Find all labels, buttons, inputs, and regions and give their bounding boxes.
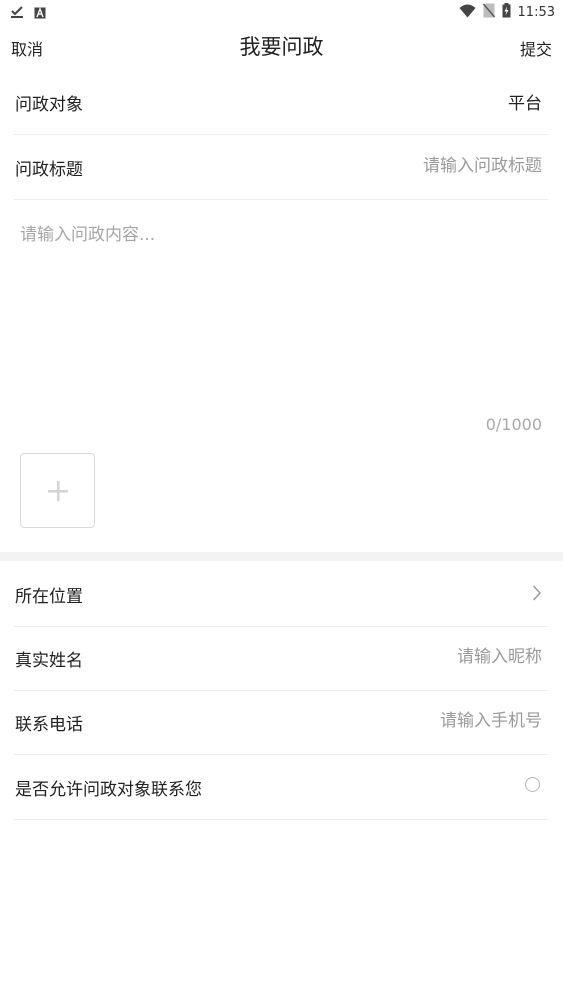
phone-input[interactable] [242,706,542,736]
plus-icon [47,480,69,502]
title-row: 问政标题 [14,135,548,200]
wifi-icon [459,4,476,22]
page-title: 我要问政 [239,35,324,59]
section-divider [0,552,563,561]
status-time: 11:53 [517,5,555,20]
chevron-right-icon [532,584,542,602]
status-left-icons [10,4,46,23]
submit-button[interactable]: 提交 [520,36,552,60]
battery-charging-icon [502,3,511,22]
char-counter: 0/1000 [485,415,542,434]
target-row[interactable]: 问政对象 平台 [14,70,548,135]
content-textarea[interactable] [20,220,540,400]
real-name-label: 真实姓名 [15,651,83,671]
target-label: 问政对象 [15,95,83,115]
title-label: 问政标题 [15,160,83,180]
allow-contact-label: 是否允许问政对象联系您 [15,780,202,800]
real-name-row: 真实姓名 [14,626,548,691]
allow-contact-radio[interactable] [525,777,540,792]
allow-contact-row[interactable]: 是否允许问政对象联系您 [14,755,548,820]
no-sim-icon [482,3,495,22]
add-image-button[interactable] [20,453,95,528]
location-label: 所在位置 [15,587,83,607]
status-right: 11:53 [459,3,555,22]
status-bar: 11:53 [0,0,563,24]
target-value[interactable]: 平台 [508,89,542,114]
a-app-icon [34,4,46,23]
title-input[interactable] [242,151,542,181]
download-done-icon [10,4,24,23]
nav-bar: 取消 我要问政 提交 [0,24,563,69]
location-row[interactable]: 所在位置 [14,562,548,627]
phone-row: 联系电话 [14,690,548,755]
phone-label: 联系电话 [15,715,83,735]
real-name-input[interactable] [242,642,542,672]
